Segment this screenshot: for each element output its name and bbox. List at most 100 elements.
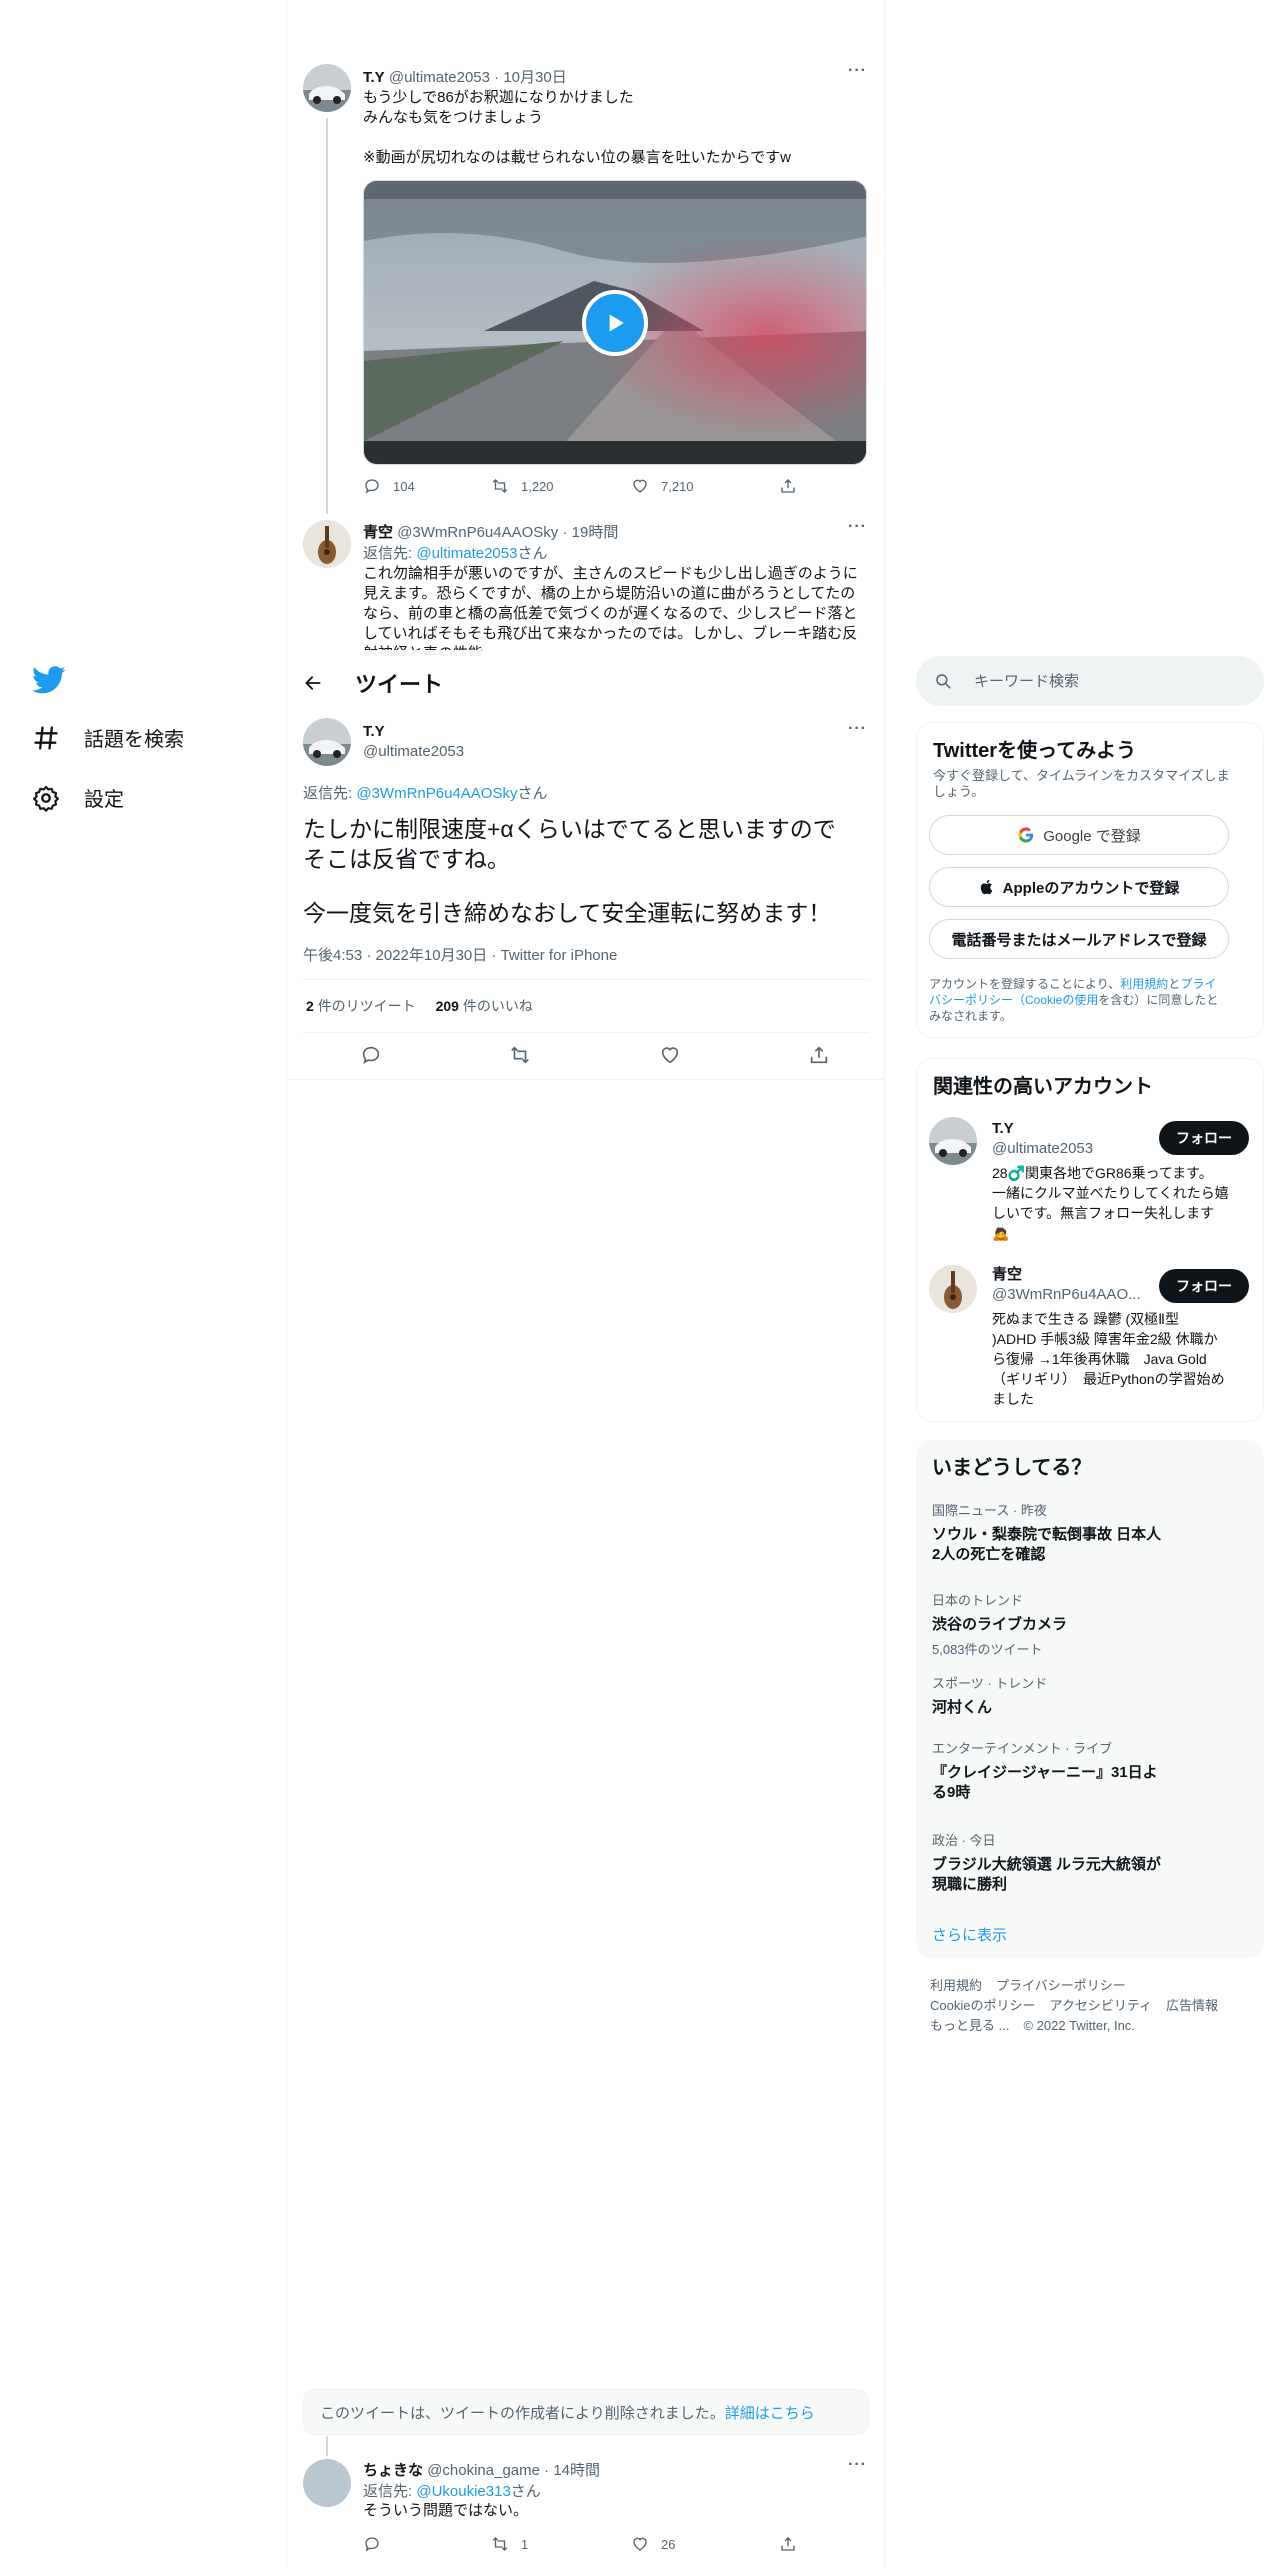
more-options-icon[interactable]: ··· [848, 518, 867, 536]
display-name[interactable]: ちょきな [363, 2462, 423, 2479]
play-button-icon[interactable] [582, 290, 648, 356]
like-button[interactable]: 7,210 [631, 477, 779, 495]
legal-text: と [1168, 977, 1181, 991]
avatar[interactable] [303, 64, 351, 112]
page-header: ツイート [287, 650, 884, 716]
nav-explore[interactable]: 話題を検索 [32, 723, 184, 752]
related-title: 関連性の高いアカウント [933, 1076, 1153, 1098]
reply-to-suffix: さん [510, 2483, 541, 2500]
trend-item[interactable]: 国際ニュース · 昨夜 ソウル・梨泰院で転倒事故 日本人 2人の死亡を確認 [932, 1500, 1161, 1565]
trend-item[interactable]: スポーツ · トレンド 河村くん [932, 1673, 1047, 1718]
display-name[interactable]: T.Y [363, 722, 464, 742]
reply-button[interactable] [363, 2535, 491, 2553]
trend-item[interactable]: 政治 · 今日 ブラジル大統領選 ルラ元大統領が 現職に勝利 [932, 1830, 1161, 1895]
trend-meta: 国際ニュース · 昨夜 [932, 1503, 1047, 1518]
like-button[interactable]: 26 [631, 2535, 779, 2553]
like-count: 26 [661, 2536, 676, 2552]
footer-link[interactable]: アクセシビリティ [1049, 1998, 1152, 2013]
handle[interactable]: @3WmRnP6u4AAOSky [397, 524, 558, 541]
avatar[interactable] [303, 520, 351, 568]
avatar[interactable] [303, 718, 351, 766]
tweet-actions: 104 1,220 7,210 [363, 477, 867, 495]
handle[interactable]: @chokina_game [427, 2462, 540, 2479]
deleted-notice-link[interactable]: 詳細はこちら [725, 2402, 815, 2423]
main-tweet-text: たしかに制限速度+αくらいはでてると思いますので そこは反省ですね。 今一度気を… [303, 814, 869, 928]
phone-email-signup-button[interactable]: 電話番号またはメールアドレスで登録 [929, 919, 1229, 959]
bio-line: （ギリギリ） 最近Pythonの学習始め [992, 1371, 1225, 1387]
signup-subtitle: 今すぐ登録して、タイムラインをカスタマイズしま しょう。 [933, 768, 1230, 800]
trend-meta: スポーツ · トレンド [932, 1676, 1048, 1691]
footer-link[interactable]: 広告情報 [1166, 1998, 1218, 2013]
account-name: 青空 [992, 1266, 1023, 1283]
tweet-video[interactable] [363, 180, 867, 465]
retweet-stat[interactable]: 2 件のリツイート [306, 998, 416, 1014]
column-divider-left [286, 0, 287, 2568]
nav-settings[interactable]: 設定 [32, 783, 124, 812]
trend-item[interactable]: エンターテインメント · ライブ 『クレイジージャーニー』31日よ る9時 [932, 1738, 1158, 1803]
follow-button[interactable]: フォロー [1159, 1121, 1249, 1155]
reply-to-prefix: 返信先: [303, 785, 357, 802]
more-options-icon[interactable]: ··· [848, 720, 867, 738]
tweet-time[interactable]: 19時間 [572, 524, 619, 541]
show-more-link[interactable]: さらに表示 [932, 1924, 1007, 1945]
display-name[interactable]: 青空 [363, 524, 393, 541]
twitter-logo-icon[interactable] [32, 663, 66, 697]
tweet-line: ※動画が尻切れなのは載せられない位の暴言を吐いたからですw [363, 149, 791, 166]
related-account[interactable]: T.Y @ultimate2053 [992, 1119, 1093, 1159]
search-input[interactable] [974, 672, 1234, 690]
apple-signup-button[interactable]: Appleのアカウントで登録 [929, 867, 1229, 907]
related-account[interactable]: 青空 @3WmRnP6u4AAO... [992, 1265, 1141, 1305]
retweet-button[interactable]: 1,220 [491, 477, 631, 495]
retweet-button[interactable]: 1 [491, 2535, 631, 2553]
share-button[interactable] [779, 477, 797, 495]
back-arrow-icon[interactable] [303, 673, 323, 693]
more-options-icon[interactable]: ··· [848, 2456, 867, 2474]
footer-link[interactable]: 利用規約 [930, 1978, 982, 1993]
legal-text: アカウントを登録することにより、 [929, 977, 1121, 991]
signup-subtitle-line: しょう。 [933, 784, 985, 799]
display-name[interactable]: T.Y [363, 69, 385, 86]
reply-to-link[interactable]: @3WmRnP6u4AAOSky [356, 785, 517, 802]
avatar[interactable] [303, 2459, 351, 2507]
trend-title: る9時 [932, 1784, 971, 1801]
handle[interactable]: @ultimate2053 [389, 69, 490, 86]
share-button[interactable] [779, 2535, 797, 2553]
search-bar[interactable] [916, 656, 1264, 706]
divider [303, 1032, 869, 1033]
reply-to-link[interactable]: @ultimate2053 [416, 545, 517, 562]
avatar[interactable] [929, 1265, 977, 1313]
reply-icon[interactable] [360, 1044, 382, 1066]
bio-line: しいです。無言フォロー失礼します [992, 1205, 1215, 1221]
tweet-time[interactable]: 14時間 [553, 2462, 600, 2479]
like-stat[interactable]: 209 件のいいね [436, 998, 533, 1014]
related-accounts-card: 関連性の高いアカウント T.Y @ultimate2053 フォロー 28♂️関… [916, 1058, 1264, 1422]
more-options-icon[interactable]: ··· [848, 62, 867, 80]
handle[interactable]: @ultimate2053 [363, 742, 464, 762]
nav-explore-label: 話題を検索 [84, 729, 184, 751]
tweet-timestamp[interactable]: 午後4:53 · 2022年10月30日 · Twitter for iPhon… [303, 944, 617, 965]
avatar[interactable] [929, 1117, 977, 1165]
search-icon [936, 674, 951, 689]
retweet-icon[interactable] [509, 1044, 531, 1066]
tweet-line: これ勿論相手が悪いのですが、主さんのスピードも少し出し過ぎのように [363, 565, 858, 582]
footer-link[interactable]: Cookieのポリシー [930, 1998, 1035, 2013]
footer-link[interactable]: プライバシーポリシー [996, 1978, 1126, 1993]
google-signup-button[interactable]: Google で登録 [929, 815, 1229, 855]
google-icon [1018, 827, 1034, 843]
heart-icon[interactable] [659, 1044, 681, 1066]
tweet-header: ちょきな @chokina_game · 14時間 [363, 2462, 601, 2479]
footer-more-link[interactable]: もっと見る ... [930, 2018, 1009, 2033]
trend-item[interactable]: 日本のトレンド 渋谷のライブカメラ 5,083件のツイート [932, 1590, 1067, 1658]
cookie-link[interactable]: バシーポリシー（Cookieの使用 [929, 993, 1098, 1007]
bio-line: )ADHD 手帳3級 障害年金2級 休職か [992, 1331, 1218, 1347]
share-icon[interactable] [808, 1044, 830, 1066]
follow-button[interactable]: フォロー [1159, 1269, 1249, 1303]
reply-button[interactable]: 104 [363, 477, 491, 495]
terms-link[interactable]: 利用規約 [1120, 977, 1168, 991]
reply-to-link[interactable]: @Ukoukie313 [416, 2483, 510, 2500]
tweet-stats: 2 件のリツイート 209 件のいいね [306, 996, 533, 1016]
trend-meta: 日本のトレンド [932, 1593, 1024, 1608]
privacy-link[interactable]: プライ [1180, 977, 1216, 991]
tweet-time[interactable]: 10月30日 [503, 69, 566, 86]
